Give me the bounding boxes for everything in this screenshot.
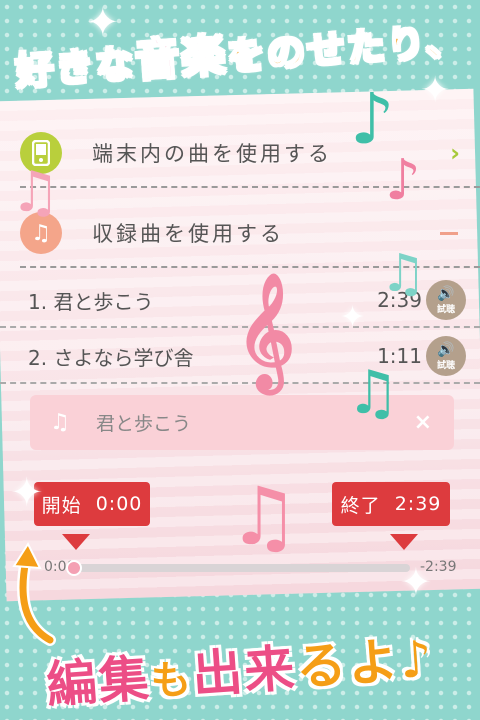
music-note-decoration-icon: ♪ [385,148,421,213]
headline-top-part1: 好きな [13,40,138,94]
end-time-tag[interactable]: 終了 2:39 [332,482,450,526]
start-time-tag[interactable]: 開始 0:00 [34,482,150,526]
collapse-dash-icon [440,231,458,235]
music-note-icon: ♫ [50,410,70,435]
beamed-note-decoration-icon: ♫ [380,244,427,304]
sparkle-icon: ✦ [420,70,451,111]
headline-top-part2: 音楽 [133,29,230,88]
start-label: 開始 [41,494,82,517]
menu-item-label: 端末内の曲を使用する [92,142,332,166]
headline-bottom-part2: も [149,656,195,706]
end-label: 終了 [340,494,381,517]
headline-bottom-part4: るよ♪ [294,629,436,698]
sparkle-icon: ✦ [86,0,120,46]
headline-bottom-part3: 出来 [190,639,299,705]
chevron-right-icon: › [450,139,460,167]
close-icon[interactable]: × [414,410,432,435]
sparkle-icon: ✦ [340,300,366,335]
headline-bottom-part1: 編集 [44,649,153,715]
slider-knob[interactable] [66,560,82,576]
trim-slider[interactable] [72,564,410,572]
start-time: 0:00 [95,493,143,515]
preview-button[interactable]: 🔊 試聴 [426,280,466,320]
preview-label: 試聴 [436,360,455,371]
sparkle-icon: ✦ [400,560,432,604]
beamed-note-decoration-icon: ♫ [346,358,400,428]
menu-item-label: 収録曲を使用する [92,222,284,246]
beamed-note-decoration-icon: ♫ [10,160,61,225]
preview-button[interactable]: 🔊 試聴 [426,336,466,376]
selected-song-title: 君と歩こう [96,413,192,435]
end-marker[interactable] [390,534,418,550]
headline-top: 好きな音楽をのせたり、 [0,1,480,98]
treble-clef-decoration-icon: 𝄞 [236,272,296,389]
sparkle-icon: ✦ [10,470,44,516]
beamed-note-decoration-icon: ♫ [228,470,300,563]
curved-arrow-icon [12,541,56,646]
end-time: 2:39 [394,493,442,515]
speaker-icon: 🔊 [437,285,455,302]
start-marker[interactable] [62,534,90,550]
headline-bottom: 編集も出来るよ♪ [0,615,480,720]
song-title: 2. さよなら学び舎 [28,345,194,370]
speaker-icon: 🔊 [437,341,455,358]
song-title: 1. 君と歩こう [28,289,154,314]
preview-label: 試聴 [436,304,455,315]
